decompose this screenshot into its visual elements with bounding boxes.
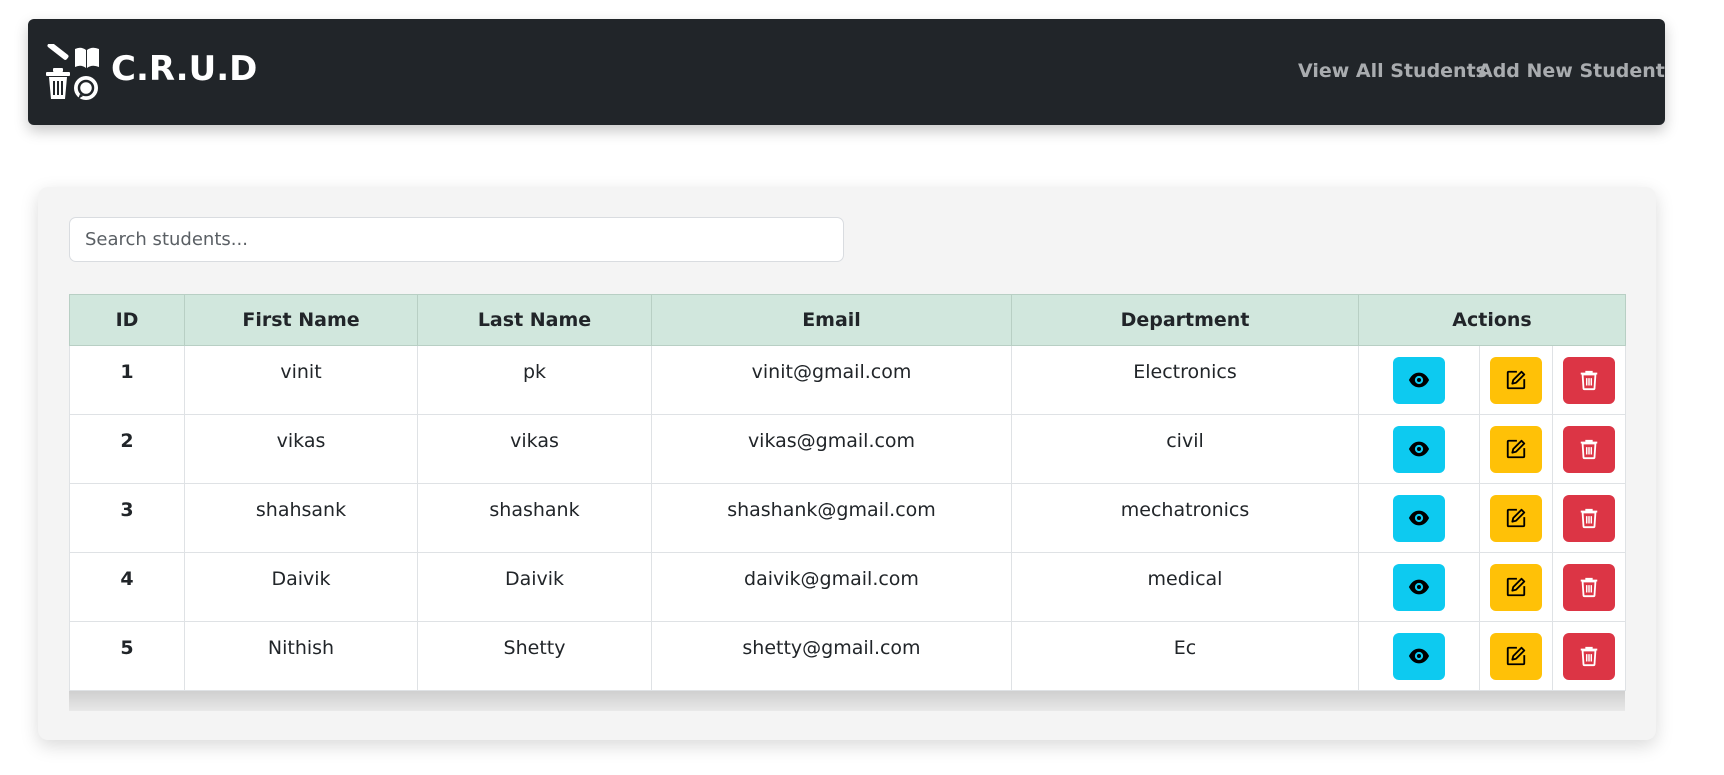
table-row: 4 Daivik Daivik daivik@gmail.com medical [69,552,1627,622]
table-header-row: ID First Name Last Name Email Department… [69,294,1627,346]
cell-last-name: shashank [417,483,652,553]
eye-icon [1408,441,1430,457]
nav-link-view-all-students[interactable]: View All Students [1298,57,1487,85]
trash-icon [1580,370,1598,391]
cell-last-name: pk [417,345,652,415]
cell-department: civil [1011,414,1359,484]
cell-id: 2 [69,414,185,484]
header-last-name: Last Name [417,294,652,346]
cell-email: vinit@gmail.com [651,345,1012,415]
nav-link-add-new-student[interactable]: Add New Student [1478,57,1665,85]
trash-icon [1580,508,1598,529]
students-card: ID First Name Last Name Email Department… [38,187,1656,740]
navbar: C.R.U.D View All Students Add New Studen… [28,19,1665,125]
delete-button[interactable] [1563,425,1615,473]
cell-email: shetty@gmail.com [651,621,1012,691]
trash-icon [1580,439,1598,460]
brand-title[interactable]: C.R.U.D [111,47,257,91]
edit-button[interactable] [1490,356,1542,404]
view-button[interactable] [1393,494,1445,542]
delete-button[interactable] [1563,563,1615,611]
view-button[interactable] [1393,563,1445,611]
crud-logo-icon[interactable] [44,44,101,101]
cell-last-name: Daivik [417,552,652,622]
cell-department: mechatronics [1011,483,1359,553]
edit-button[interactable] [1490,494,1542,542]
trash-icon [1580,577,1598,598]
edit-icon [1506,577,1526,597]
table-row: 2 vikas vikas vikas@gmail.com civil [69,414,1627,484]
cell-email: daivik@gmail.com [651,552,1012,622]
eye-icon [1408,648,1430,664]
cell-first-name: vinit [184,345,418,415]
edit-button[interactable] [1490,632,1542,680]
cell-id: 4 [69,552,185,622]
cell-department: medical [1011,552,1359,622]
trash-icon [1580,646,1598,667]
view-button[interactable] [1393,425,1445,473]
header-email: Email [651,294,1012,346]
students-table: ID First Name Last Name Email Department… [69,294,1627,691]
delete-button[interactable] [1563,632,1615,680]
cell-email: vikas@gmail.com [651,414,1012,484]
cell-department: Ec [1011,621,1359,691]
delete-button[interactable] [1563,356,1615,404]
edit-icon [1506,508,1526,528]
cell-id: 3 [69,483,185,553]
header-id: ID [69,294,185,346]
cell-last-name: vikas [417,414,652,484]
cell-id: 5 [69,621,185,691]
students-table-wrapper: ID First Name Last Name Email Department… [69,294,1627,711]
cell-first-name: vikas [184,414,418,484]
table-row: 1 vinit pk vinit@gmail.com Electronics [69,345,1627,415]
view-button[interactable] [1393,356,1445,404]
eye-icon [1408,372,1430,388]
eye-icon [1408,510,1430,526]
search-input[interactable] [69,217,844,262]
eye-icon [1408,579,1430,595]
delete-button[interactable] [1563,494,1615,542]
edit-button[interactable] [1490,425,1542,473]
cell-first-name: Daivik [184,552,418,622]
cell-department: Electronics [1011,345,1359,415]
header-department: Department [1011,294,1359,346]
view-button[interactable] [1393,632,1445,680]
cell-first-name: shahsank [184,483,418,553]
header-first-name: First Name [184,294,418,346]
table-row: 3 shahsank shashank shashank@gmail.com m… [69,483,1627,553]
cell-last-name: Shetty [417,621,652,691]
cell-email: shashank@gmail.com [651,483,1012,553]
edit-button[interactable] [1490,563,1542,611]
cell-id: 1 [69,345,185,415]
header-actions: Actions [1357,294,1627,346]
edit-icon [1506,370,1526,390]
edit-icon [1506,439,1526,459]
edit-icon [1506,646,1526,666]
cell-first-name: Nithish [184,621,418,691]
table-row: 5 Nithish Shetty shetty@gmail.com Ec [69,621,1627,691]
